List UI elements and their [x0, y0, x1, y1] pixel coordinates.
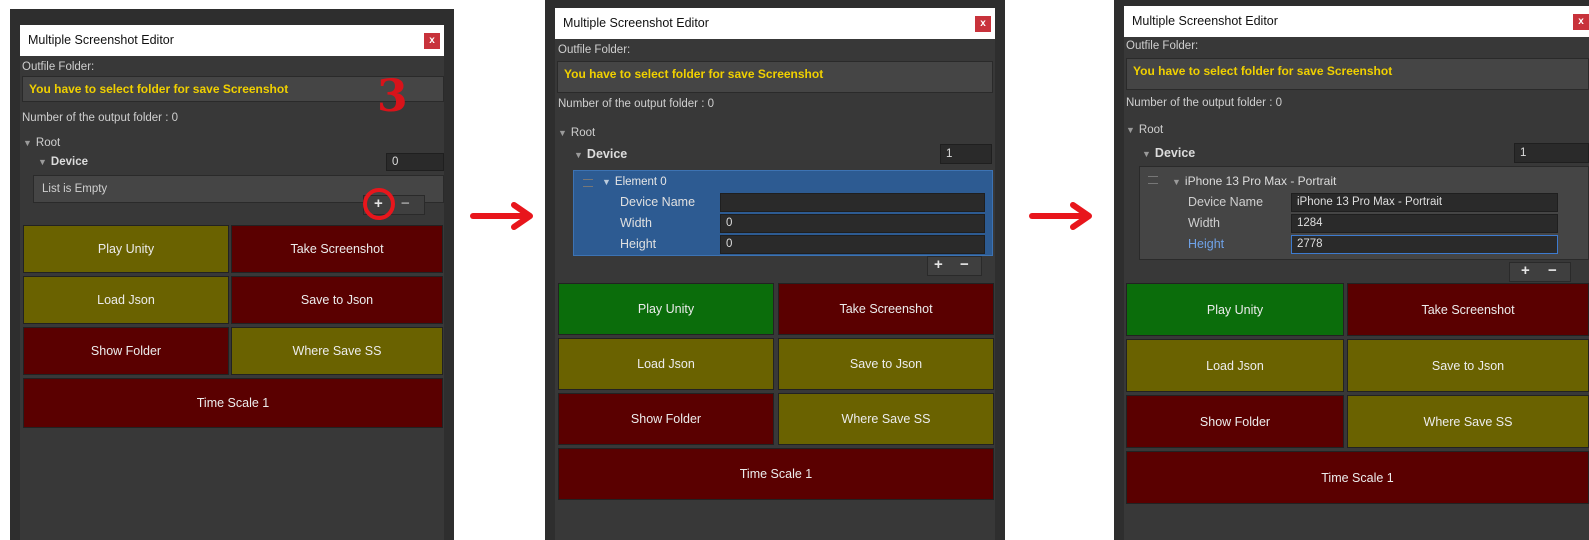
editor-window: Multiple Screenshot Editor x Outfile Fol… — [555, 8, 995, 540]
device-name-field[interactable] — [720, 193, 985, 212]
folder-warning: You have to select folder for save Scree… — [557, 61, 993, 93]
drag-handle-icon[interactable] — [583, 179, 593, 187]
time-scale-button[interactable]: Time Scale 1 — [1126, 451, 1589, 504]
folder-warning: You have to select folder for save Scree… — [1126, 58, 1589, 90]
list-add-remove-bar — [1509, 262, 1571, 282]
window-title: Multiple Screenshot Editor — [555, 8, 995, 39]
device-foldout[interactable]: ▼ Device — [1142, 146, 1195, 160]
take-screenshot-button[interactable]: Take Screenshot — [1347, 283, 1589, 336]
close-button[interactable]: x — [1573, 14, 1589, 30]
output-folder-count: Number of the output folder : 0 — [558, 98, 714, 110]
editor-screenshot-2: Multiple Screenshot Editor x Outfile Fol… — [545, 0, 1005, 540]
editor-window: Multiple Screenshot Editor x Outfile Fol… — [20, 25, 444, 540]
outfile-folder-label: Outfile Folder: — [22, 61, 95, 73]
width-field[interactable]: 0 — [720, 214, 985, 233]
arrow-right-icon — [1029, 202, 1092, 230]
element-foldout[interactable]: ▼ iPhone 13 Pro Max - Portrait — [1172, 174, 1336, 188]
editor-screenshot-1: Multiple Screenshot Editor x Outfile Fol… — [10, 9, 454, 540]
height-field[interactable]: 0 — [720, 235, 985, 254]
editor-window: Multiple Screenshot Editor x Outfile Fol… — [1124, 6, 1589, 540]
load-json-button[interactable]: Load Json — [23, 276, 229, 324]
outfile-folder-label: Outfile Folder: — [1126, 40, 1199, 52]
foldout-triangle-icon: ▼ — [558, 128, 567, 138]
width-field[interactable]: 1284 — [1291, 214, 1558, 233]
list-empty-text: List is Empty — [42, 183, 108, 195]
device-count-field[interactable]: 1 — [940, 144, 992, 164]
window-title: Multiple Screenshot Editor — [20, 25, 444, 56]
arrow-right-icon — [470, 202, 533, 230]
foldout-triangle-icon: ▼ — [23, 138, 32, 148]
foldout-triangle-icon: ▼ — [38, 157, 47, 167]
foldout-triangle-icon: ▼ — [1142, 149, 1151, 159]
remove-element-button[interactable]: − — [960, 256, 969, 273]
add-element-button[interactable]: + — [374, 195, 383, 212]
window-title: Multiple Screenshot Editor — [1124, 6, 1589, 37]
width-label: Width — [620, 216, 652, 230]
time-scale-button[interactable]: Time Scale 1 — [23, 378, 443, 428]
where-save-button[interactable]: Where Save SS — [231, 327, 443, 375]
where-save-button[interactable]: Where Save SS — [1347, 395, 1589, 448]
height-label: Height — [620, 237, 657, 251]
device-count-field[interactable]: 0 — [386, 153, 444, 171]
foldout-triangle-icon: ▼ — [1126, 125, 1135, 135]
height-label: Height — [1188, 237, 1225, 251]
add-element-button[interactable]: + — [934, 256, 943, 273]
drag-handle-icon[interactable] — [1148, 176, 1158, 184]
show-folder-button[interactable]: Show Folder — [23, 327, 229, 375]
device-name-label: Device Name — [620, 195, 696, 209]
play-unity-button[interactable]: Play Unity — [23, 225, 229, 273]
output-folder-count: Number of the output folder : 0 — [22, 112, 178, 124]
height-field[interactable]: 2778 — [1291, 235, 1558, 254]
device-foldout[interactable]: ▼ Device — [38, 156, 88, 168]
device-element-0[interactable]: ▼ iPhone 13 Pro Max - Portrait Device Nam… — [1139, 166, 1589, 260]
save-json-button[interactable]: Save to Json — [778, 338, 994, 390]
take-screenshot-button[interactable]: Take Screenshot — [778, 283, 994, 335]
show-folder-button[interactable]: Show Folder — [1126, 395, 1344, 448]
time-scale-button[interactable]: Time Scale 1 — [558, 448, 994, 500]
save-json-button[interactable]: Save to Json — [1347, 339, 1589, 392]
load-json-button[interactable]: Load Json — [1126, 339, 1344, 392]
load-json-button[interactable]: Load Json — [558, 338, 774, 390]
play-unity-button[interactable]: Play Unity — [1126, 283, 1344, 336]
remove-element-button[interactable]: − — [1548, 262, 1557, 279]
editor-screenshot-3: Multiple Screenshot Editor x Outfile Fol… — [1114, 0, 1589, 540]
play-unity-button[interactable]: Play Unity — [558, 283, 774, 335]
root-foldout[interactable]: ▼ Root — [23, 137, 60, 149]
where-save-button[interactable]: Where Save SS — [778, 393, 994, 445]
root-foldout[interactable]: ▼ Root — [558, 127, 595, 139]
show-folder-button[interactable]: Show Folder — [558, 393, 774, 445]
foldout-triangle-icon: ▼ — [1172, 177, 1181, 187]
device-name-label: Device Name — [1188, 195, 1264, 209]
take-screenshot-button[interactable]: Take Screenshot — [231, 225, 443, 273]
width-label: Width — [1188, 216, 1220, 230]
foldout-triangle-icon: ▼ — [574, 150, 583, 160]
device-count-field[interactable]: 1 — [1514, 143, 1589, 163]
element-foldout[interactable]: ▼ Element 0 — [602, 176, 667, 188]
remove-element-button[interactable]: − — [401, 195, 410, 212]
device-element-0[interactable]: ▼ Element 0 Device Name Width 0 Height 0 — [573, 170, 993, 256]
foldout-triangle-icon: ▼ — [602, 177, 611, 187]
add-element-button[interactable]: + — [1521, 262, 1530, 279]
device-foldout[interactable]: ▼ Device — [574, 147, 627, 161]
close-button[interactable]: x — [424, 33, 440, 49]
step-number: 3 — [377, 71, 408, 122]
root-foldout[interactable]: ▼ Root — [1126, 124, 1163, 136]
output-folder-count: Number of the output folder : 0 — [1126, 97, 1282, 109]
save-json-button[interactable]: Save to Json — [231, 276, 443, 324]
device-name-field[interactable]: iPhone 13 Pro Max - Portrait — [1291, 193, 1558, 212]
outfile-folder-label: Outfile Folder: — [558, 44, 631, 56]
close-button[interactable]: x — [975, 16, 991, 32]
